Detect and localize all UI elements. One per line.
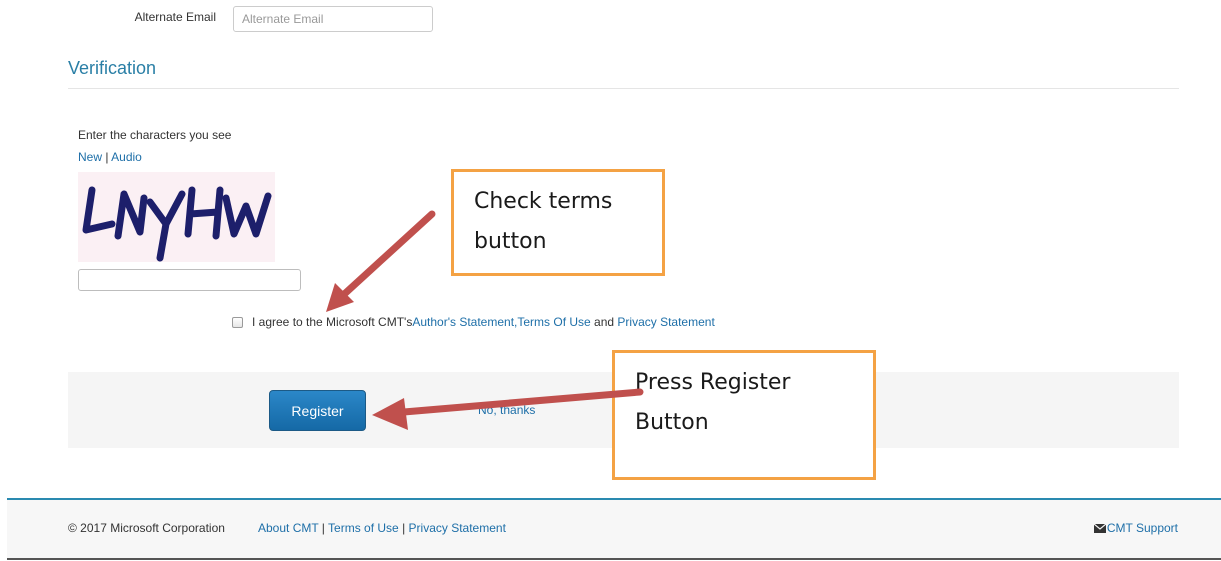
terms-checkbox[interactable]	[232, 316, 243, 328]
captcha-links: New | Audio	[78, 150, 142, 164]
authors-statement-link[interactable]: Author's Statement,	[412, 315, 517, 329]
callout-2-line-1: Press Register	[635, 370, 791, 395]
alternate-email-input[interactable]	[233, 6, 433, 32]
footer-about-link[interactable]: About CMT	[258, 521, 318, 535]
no-thanks-link[interactable]: No, thanks	[478, 403, 535, 417]
captcha-link-separator: |	[102, 150, 112, 164]
terms-text: I agree to the Microsoft CMT's	[252, 315, 413, 329]
terms-of-use-link[interactable]: Terms Of Use	[517, 315, 590, 329]
callout-press-register: Press Register Button	[612, 350, 876, 480]
cmt-support-label: CMT Support	[1106, 521, 1178, 535]
callout-2-line-2: Button	[635, 410, 709, 435]
verification-heading: Verification	[68, 58, 157, 78]
terms-and-text: and	[590, 315, 618, 329]
terms-row: I agree to the Microsoft CMT's Author's …	[232, 315, 715, 329]
register-button[interactable]: Register	[269, 390, 366, 431]
callout-1-line-1: Check terms	[474, 189, 613, 214]
envelope-icon	[1093, 523, 1106, 533]
captcha-prompt: Enter the characters you see	[78, 128, 232, 142]
arrow-to-checkbox	[336, 210, 436, 302]
captcha-audio-link[interactable]: Audio	[111, 150, 142, 164]
footer-separator: |	[398, 521, 409, 535]
footer-terms-link[interactable]: Terms of Use	[328, 521, 399, 535]
captcha-new-link[interactable]: New	[78, 150, 102, 164]
footer-separator: |	[318, 521, 329, 535]
footer-privacy-link[interactable]: Privacy Statement	[409, 521, 506, 535]
arrow-head-checkbox	[326, 283, 354, 312]
captcha-image	[78, 172, 275, 262]
privacy-statement-link[interactable]: Privacy Statement	[617, 315, 714, 329]
captcha-answer-input[interactable]	[78, 269, 301, 291]
cmt-support-link[interactable]: CMT Support	[1093, 521, 1178, 535]
callout-check-terms: Check terms button	[451, 169, 665, 276]
callout-1-line-2: button	[474, 229, 547, 254]
captcha-glyphs	[82, 186, 272, 262]
footer-links: About CMT | Terms of Use | Privacy State…	[258, 521, 506, 535]
alternate-email-label: Alternate Email	[134, 10, 216, 24]
footer-bottom-line	[7, 558, 1221, 560]
copyright-text: © 2017 Microsoft Corporation	[68, 521, 225, 535]
section-divider	[68, 88, 1179, 89]
